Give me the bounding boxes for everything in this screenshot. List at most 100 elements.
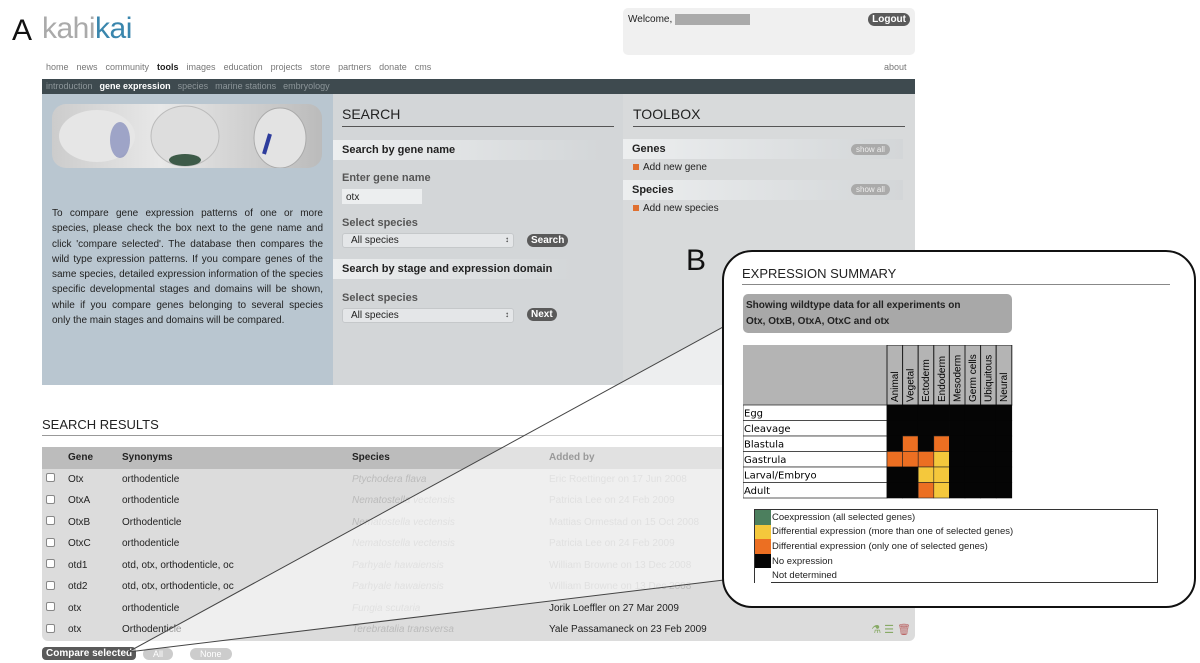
nav-item-home[interactable]: home	[46, 62, 69, 72]
synonyms-cell: otd, otx, orthodenticle, oc	[122, 581, 234, 593]
gene-cell[interactable]: otx	[64, 619, 118, 641]
select-none-button[interactable]: None	[190, 648, 232, 660]
row-checkbox[interactable]	[46, 494, 55, 504]
heatmap-cell	[995, 420, 1013, 437]
row-checkbox[interactable]	[46, 559, 55, 569]
expression-summary-title: EXPRESSION SUMMARY	[742, 266, 1170, 285]
gene-cell[interactable]: otd1	[64, 555, 118, 577]
col-species[interactable]: Species	[348, 447, 545, 469]
welcome-box: Welcome, Logout	[623, 8, 915, 55]
heatmap-cell	[902, 466, 919, 483]
heatmap-cell	[964, 466, 981, 483]
gene-cell[interactable]: OtxA	[64, 490, 118, 512]
legend-swatch	[755, 524, 771, 540]
gene-cell[interactable]: OtxB	[64, 512, 118, 534]
heatmap-cell	[933, 404, 950, 421]
heatmap-header-blank	[743, 345, 887, 405]
subnav-item-embryology[interactable]: embryology	[283, 81, 330, 91]
species-cell[interactable]: Fungia scutaria	[348, 598, 545, 620]
sub-nav: introduction gene expression species marine…	[42, 79, 915, 94]
legend-item: No expression	[755, 553, 1157, 569]
flask-icon[interactable]: ⚗	[871, 624, 884, 636]
genes-show-all-button[interactable]: show all	[851, 144, 890, 155]
species-cell[interactable]: Parhyale hawaiensis	[348, 576, 545, 598]
domain-label: Mesoderm	[952, 355, 963, 402]
add-gene-label: Add new gene	[643, 162, 707, 173]
site-logo[interactable]: kahikai	[42, 12, 132, 46]
heatmap-cell	[980, 466, 997, 483]
nav-item-tools[interactable]: tools	[157, 62, 179, 72]
legend-swatch	[755, 568, 771, 583]
row-checkbox[interactable]	[46, 623, 55, 633]
legend-label: No expression	[772, 555, 833, 567]
heatmap-cell	[995, 435, 1013, 452]
row-checkbox[interactable]	[46, 537, 55, 547]
species-cell[interactable]: Parhyale hawaiensis	[348, 555, 545, 577]
subnav-item-species[interactable]: species	[178, 81, 209, 91]
bullet-icon	[633, 205, 639, 211]
showing-banner: Showing wildtype data for all experiment…	[743, 294, 1012, 333]
subnav-item-marine-stations[interactable]: marine stations	[215, 81, 276, 91]
legend-label: Differential expression (more than one o…	[772, 526, 1014, 538]
nav-item-projects[interactable]: projects	[271, 62, 303, 72]
nav-item-partners[interactable]: partners	[338, 62, 371, 72]
species-select-2[interactable]: All species	[342, 308, 514, 323]
gene-cell[interactable]: otx	[64, 598, 118, 620]
about-link[interactable]: about	[884, 62, 907, 72]
select-all-button[interactable]: All	[143, 648, 174, 660]
legend-item: Differential expression (more than one o…	[755, 524, 1157, 540]
added-by-cell: Yale Passamaneck on 23 Feb 2009	[549, 624, 707, 636]
showing-line-2: Otx, OtxB, OtxA, OtxC and otx	[746, 316, 890, 327]
logo-text: kahi	[42, 12, 96, 45]
subnav-item-introduction[interactable]: introduction	[46, 81, 93, 91]
document-icon[interactable]: ☰	[884, 624, 897, 636]
trash-icon[interactable]: 🗑	[897, 624, 911, 636]
heatmap-cell	[949, 420, 966, 437]
col-synonyms[interactable]: Synonyms	[118, 447, 348, 469]
species-show-all-button[interactable]: show all	[851, 184, 890, 195]
bullet-icon	[633, 164, 639, 170]
row-checkbox[interactable]	[46, 602, 55, 612]
nav-item-images[interactable]: images	[187, 62, 216, 72]
species-cell[interactable]: Nematostella vectensis	[348, 533, 545, 555]
add-species-link[interactable]: Add new species	[633, 203, 719, 214]
species-cell[interactable]: Ptychodera flava	[348, 469, 545, 491]
nav-item-store[interactable]: store	[310, 62, 330, 72]
subnav-item-gene-expression[interactable]: gene expression	[100, 81, 171, 91]
gene-cell[interactable]: OtxC	[64, 533, 118, 555]
species-cell[interactable]: Terebratalia transversa	[348, 619, 545, 641]
col-gene[interactable]: Gene	[64, 447, 118, 469]
legend-item: Not determined	[755, 568, 1157, 583]
row-checkbox[interactable]	[46, 473, 55, 483]
species-select[interactable]: All species	[342, 233, 514, 248]
compare-selected-button[interactable]: Compare selected	[42, 647, 137, 660]
nav-item-donate[interactable]: donate	[379, 62, 407, 72]
species-cell[interactable]: Nematostella vectensis	[348, 512, 545, 534]
row-checkbox[interactable]	[46, 580, 55, 590]
synonyms-cell: Orthodenticle	[122, 516, 182, 528]
nav-item-education[interactable]: education	[224, 62, 263, 72]
legend-swatch	[755, 553, 771, 569]
heatmap-cell	[949, 451, 966, 468]
domain-label: Ectoderm	[921, 359, 932, 402]
species-label-2: Select species	[342, 292, 418, 304]
row-checkbox[interactable]	[46, 516, 55, 526]
logout-button[interactable]: Logout	[868, 13, 910, 26]
heatmap-cell	[886, 435, 903, 452]
nav-item-cms[interactable]: cms	[415, 62, 432, 72]
nav-item-community[interactable]: community	[106, 62, 150, 72]
gene-cell[interactable]: Otx	[64, 469, 118, 491]
heatmap-cell	[964, 482, 981, 499]
heatmap-cell	[917, 435, 935, 452]
search-button[interactable]: Search	[527, 234, 569, 247]
heatmap-cell	[933, 482, 950, 499]
species-cell[interactable]: Nematostella vectensis	[348, 490, 545, 512]
add-gene-link[interactable]: Add new gene	[633, 162, 707, 173]
synonyms-cell: Orthodenticle	[122, 624, 182, 636]
gene-cell[interactable]: otd2	[64, 576, 118, 598]
nav-item-news[interactable]: news	[77, 62, 98, 72]
panel-label-a: A	[12, 14, 33, 47]
next-button[interactable]: Next	[527, 308, 557, 321]
heatmap-cell	[902, 435, 919, 452]
gene-name-input[interactable]: otx	[342, 189, 422, 204]
